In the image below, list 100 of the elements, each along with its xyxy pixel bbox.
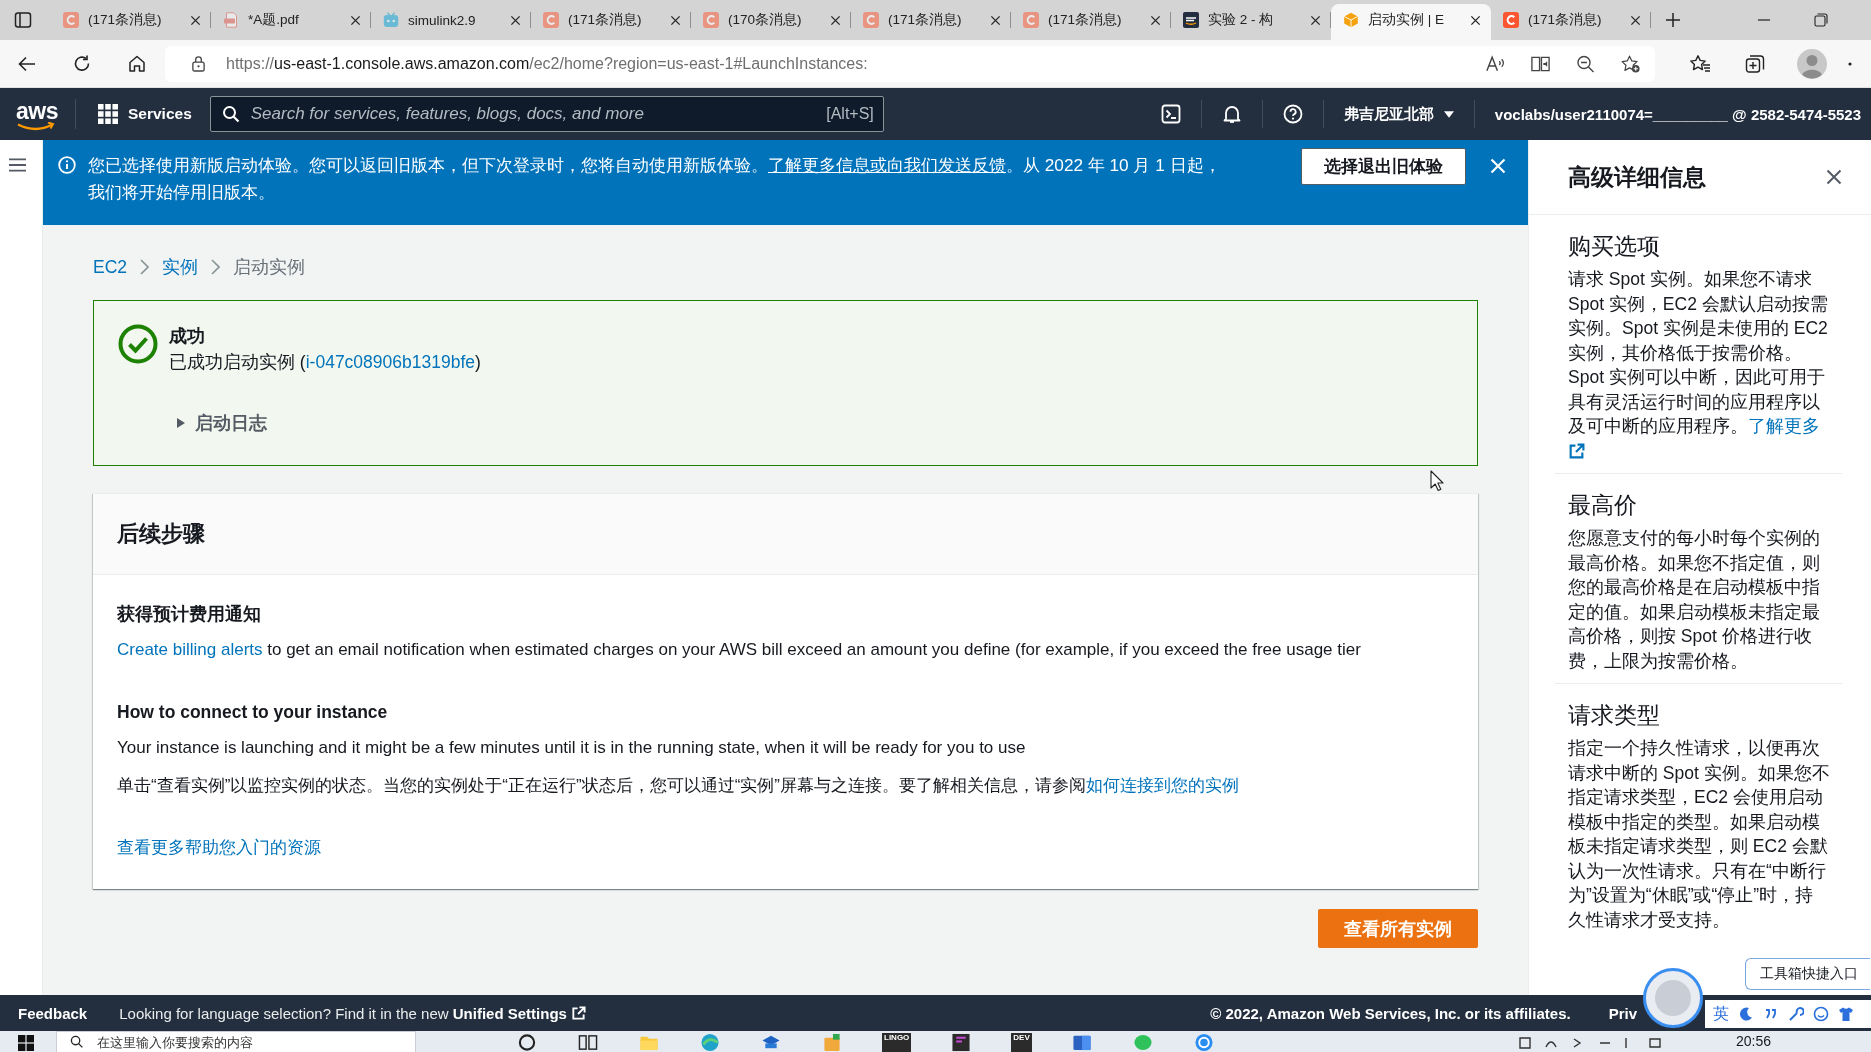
app-tile-button[interactable]: DEV bbox=[1011, 1033, 1032, 1052]
help-text: 请求 Spot 实例。如果您不请求 Spot 实例，EC2 会默认启动按需实例。Spot 实例是未使用的 EC2 实例，其价格低于按需价格。Spot 实例可以中断，因此可用于具有灵活运行时间的应用程序以及可中断的应用程序。了解更多 bbox=[1568, 267, 1830, 463]
browser-tab[interactable]: *A题.pdf bbox=[211, 4, 371, 40]
zoom-out-icon[interactable] bbox=[1575, 53, 1596, 74]
learn-more-link[interactable]: 了解更多 bbox=[1748, 416, 1820, 436]
card-title: 后续步骤 bbox=[117, 520, 205, 548]
close-icon[interactable] bbox=[830, 14, 841, 26]
tab-actions-icon[interactable] bbox=[14, 11, 32, 29]
close-icon[interactable] bbox=[190, 14, 201, 26]
tv-icon bbox=[383, 12, 399, 28]
add-favorite-icon[interactable] bbox=[1620, 53, 1641, 74]
bag-icon[interactable] bbox=[821, 1033, 843, 1052]
shortcut-hint: [Alt+S] bbox=[826, 104, 874, 124]
breadcrumb-link[interactable]: EC2 bbox=[93, 256, 128, 278]
close-icon[interactable] bbox=[1310, 14, 1321, 26]
browser-tab[interactable]: (171条消息) bbox=[1011, 4, 1171, 40]
read-aloud-icon[interactable] bbox=[1485, 53, 1506, 74]
link[interactable]: 如何连接到您的实例 bbox=[1085, 776, 1239, 795]
ring-disc-icon[interactable] bbox=[1192, 1033, 1215, 1052]
profile-avatar-icon[interactable] bbox=[1797, 48, 1827, 79]
browser-tab[interactable]: (170条消息) bbox=[691, 4, 851, 40]
browser-tab[interactable]: simulink2.9 bbox=[371, 4, 531, 40]
close-icon[interactable] bbox=[1826, 169, 1842, 185]
help-text: 您愿意支付的每小时每个实例的最高价格。如果您不指定值，则您的最高价格是在启动模板中指定的值。如果启动模板未指定最高价格，则按 Spot 价格进行收费，上限为按需价格。 bbox=[1568, 527, 1821, 673]
split-tile-icon[interactable] bbox=[1070, 1033, 1093, 1052]
close-icon[interactable] bbox=[1630, 14, 1641, 26]
bell-icon[interactable] bbox=[1221, 104, 1242, 124]
services-menu-button[interactable]: Services bbox=[98, 104, 192, 124]
browser-tab[interactable]: (171条消息) bbox=[51, 4, 211, 40]
smiley-icon[interactable] bbox=[1813, 1006, 1829, 1022]
wrench-icon[interactable] bbox=[1788, 1006, 1804, 1022]
moon-icon[interactable] bbox=[1738, 1006, 1754, 1022]
reload-icon[interactable] bbox=[72, 53, 92, 74]
chevron-right-icon bbox=[211, 259, 221, 275]
terminal-icon[interactable] bbox=[1160, 104, 1181, 124]
check-circle-icon bbox=[118, 324, 158, 364]
restore-icon[interactable] bbox=[1814, 13, 1828, 27]
external-link-icon[interactable] bbox=[1568, 442, 1585, 460]
favorites-icon[interactable] bbox=[1689, 53, 1711, 74]
region-menu-button[interactable]: 弗吉尼亚北部 bbox=[1343, 104, 1454, 124]
browser-tab[interactable]: 实验 2 - 构 bbox=[1171, 4, 1331, 40]
search-icon bbox=[70, 1035, 83, 1048]
link[interactable]: Create billing alerts bbox=[117, 640, 263, 659]
privacy-link[interactable]: Priv bbox=[1608, 1004, 1637, 1022]
section-heading: How to connect to your instance bbox=[117, 701, 389, 724]
logo-tile-icon bbox=[1183, 12, 1199, 28]
language-note: Looking for language selection? Find it in the new Unified Settings bbox=[119, 1004, 586, 1022]
close-icon[interactable] bbox=[350, 14, 361, 26]
instance-id-link[interactable]: i-047c08906b1319bfe bbox=[305, 352, 476, 372]
section-heading: 获得预计费用通知 bbox=[117, 603, 262, 626]
close-icon[interactable] bbox=[990, 14, 1001, 26]
unified-settings-link[interactable]: Unified Settings bbox=[452, 1004, 586, 1022]
close-icon[interactable] bbox=[670, 14, 681, 26]
c-tile-icon bbox=[703, 12, 719, 28]
address-field[interactable]: https://us-east-1.console.aws.amazon.com/ec2/home?region=us-east-1#LaunchInstances: bbox=[165, 45, 1655, 82]
plus-icon[interactable] bbox=[1665, 12, 1681, 28]
banner-message: 您已选择使用新版启动体验。您可以返回旧版本，但下次登录时，您将自动使用新版体验。了解更多信息或向我们发送反馈。从 2022 年 10 月 1 日起，我们将开始停用旧版本。 bbox=[88, 154, 1222, 204]
app-tile-icon[interactable] bbox=[950, 1033, 973, 1052]
link[interactable]: 查看更多帮助您入门的资源 bbox=[117, 838, 321, 857]
search-icon bbox=[221, 105, 240, 123]
input-mode-button[interactable]: 英 bbox=[1713, 1003, 1729, 1025]
section-heading: 请求类型 bbox=[1568, 702, 1661, 730]
avatar-icon[interactable] bbox=[1643, 968, 1703, 1028]
alert-message: 已成功启动实例 (i-047c08906b1319bfe) bbox=[169, 351, 481, 374]
c-tile-icon bbox=[1503, 12, 1519, 28]
feedback-link[interactable]: Feedback bbox=[18, 1004, 88, 1022]
chevron-right-icon bbox=[140, 259, 150, 275]
opt-out-button[interactable]: 选择退出旧体验 bbox=[1301, 148, 1466, 185]
close-icon[interactable] bbox=[1150, 14, 1161, 26]
copyright-text: © 2022, Amazon Web Services, Inc. or its affiliates. bbox=[1210, 1004, 1571, 1022]
close-icon[interactable] bbox=[510, 14, 521, 26]
c-tile-icon bbox=[543, 12, 559, 28]
mouse-pointer-icon bbox=[1430, 470, 1444, 492]
app-tile-button[interactable]: LINGO bbox=[882, 1033, 912, 1052]
windows-logo-icon[interactable] bbox=[18, 1035, 34, 1051]
collections-icon[interactable] bbox=[1745, 53, 1767, 74]
feedback-link[interactable]: 了解更多信息或向我们发送反馈 bbox=[768, 155, 1006, 175]
browser-tab[interactable]: 启动实例 | E bbox=[1331, 4, 1491, 40]
task-view-icon[interactable] bbox=[577, 1033, 599, 1052]
breadcrumb-link[interactable]: 实例 bbox=[162, 255, 199, 279]
home-icon[interactable] bbox=[127, 53, 147, 74]
toolbox-shortcut-button[interactable]: 工具箱快捷入口 bbox=[1745, 958, 1870, 990]
close-icon[interactable] bbox=[1470, 14, 1481, 26]
shirt-icon[interactable] bbox=[1838, 1006, 1854, 1022]
launch-log-toggle[interactable]: 启动日志 bbox=[176, 411, 267, 435]
clock-time[interactable]: 20:56 bbox=[1735, 1033, 1771, 1049]
browser-tab[interactable]: (171条消息) bbox=[531, 4, 691, 40]
help-text: 指定一个持久性请求，以便再次请求中断的 Spot 实例。如果您不指定请求类型，EC2 会使用启动模板中指定的类型。如果启动模板未指定请求类型，则 EC2 会默认为一次性请求。只有在“中断行为”设置为“休眠”或“停止”时，持久性请求才受支持。 bbox=[1568, 737, 1830, 932]
ring-icon[interactable] bbox=[516, 1033, 538, 1052]
browser-tab[interactable]: (171条消息) bbox=[1491, 4, 1651, 40]
help-icon[interactable] bbox=[1282, 104, 1303, 124]
aws-logo[interactable]: aws bbox=[16, 100, 56, 132]
browser-tab[interactable]: (171条消息) bbox=[851, 4, 1011, 40]
taskbar-search-field[interactable]: 在这里输入你要搜索的内容 bbox=[56, 1031, 416, 1052]
lock-icon[interactable] bbox=[191, 55, 206, 72]
account-menu-button[interactable]: voclabs/user2110074=_________ @ 2582-5474-5523 bbox=[1494, 105, 1861, 123]
c-tile-icon bbox=[63, 12, 79, 28]
caret-right-icon bbox=[176, 418, 186, 428]
c-tile-icon bbox=[863, 12, 879, 28]
menu-icon[interactable] bbox=[9, 158, 26, 172]
